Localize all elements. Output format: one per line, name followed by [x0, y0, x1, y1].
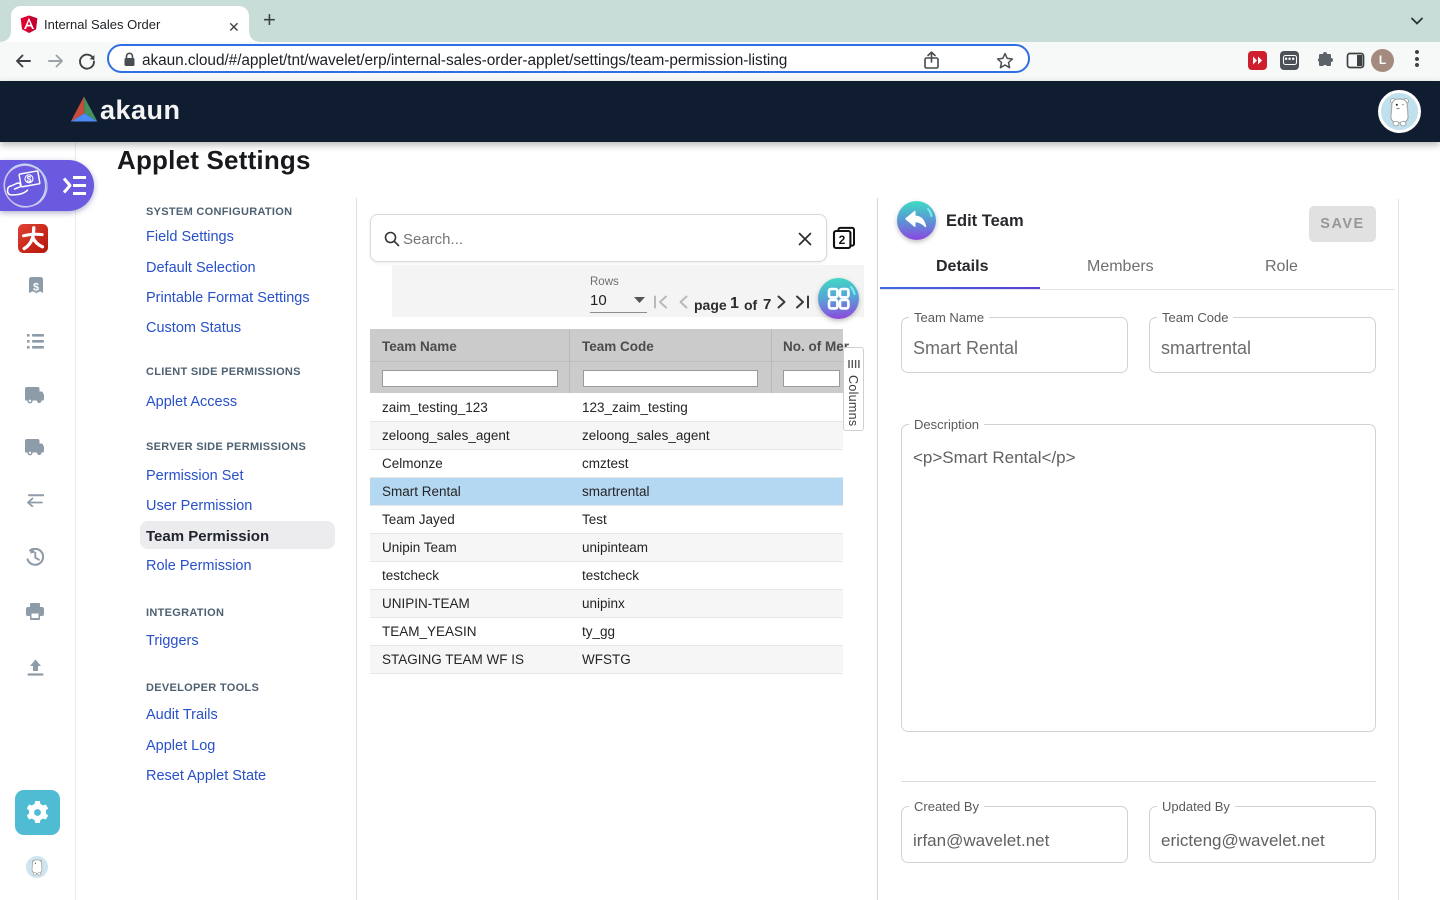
- svg-text:2: 2: [839, 233, 846, 247]
- svg-text:$: $: [27, 174, 32, 184]
- svg-text:$: $: [33, 282, 39, 294]
